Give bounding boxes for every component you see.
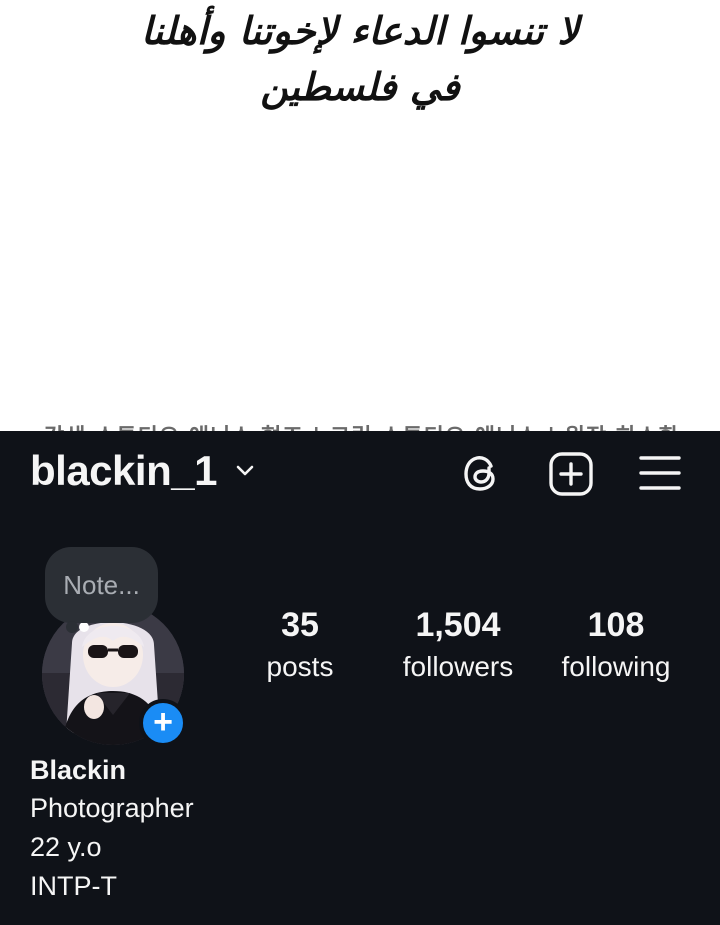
menu-icon[interactable] [638, 453, 682, 493]
bio-line: INTP-T [30, 871, 117, 901]
bio-line: Photographer [30, 793, 194, 823]
profile-name: Blackin [30, 755, 127, 785]
followers-count: 1,504 [415, 606, 501, 644]
followers-stat[interactable]: 1,504 followers [384, 603, 532, 687]
profile-panel: blackin_1 + Note... 35 posts 1,504 follo… [0, 431, 720, 925]
following-label: following [561, 651, 671, 682]
banner-line-1: لا تنسوا الدعاء لإخوتنا وأهلنا [141, 8, 579, 53]
username[interactable]: blackin_1 [30, 445, 217, 497]
credits-text: 각색 스튜디오 애니스 협조 | 그림 스튜디오 애니스 | 원작 하스환 [44, 419, 680, 431]
prayer-banner: لا تنسوا الدعاء لإخوتنا وأهلنا في فلسطين… [0, 0, 720, 431]
following-count: 108 [587, 606, 645, 644]
note-bubble-tail [66, 621, 78, 633]
chevron-down-icon[interactable] [233, 461, 257, 481]
following-stat[interactable]: 108 following [548, 603, 684, 687]
posts-label: posts [266, 651, 334, 682]
credits-strip: 각색 스튜디오 애니스 협조 | 그림 스튜디오 애니스 | 원작 하스환 [0, 419, 720, 431]
posts-count: 35 [281, 606, 319, 644]
bio-line: 22 y.o [30, 832, 102, 862]
threads-icon[interactable] [460, 451, 504, 495]
add-story-button[interactable]: + [139, 699, 187, 747]
plus-icon: + [153, 703, 173, 741]
banner-line-2: في فلسطين [260, 64, 460, 109]
note-bubble[interactable]: Note... [45, 547, 158, 623]
add-post-icon[interactable] [548, 451, 594, 497]
followers-label: followers [402, 651, 514, 682]
posts-stat[interactable]: 35 posts [238, 603, 362, 687]
